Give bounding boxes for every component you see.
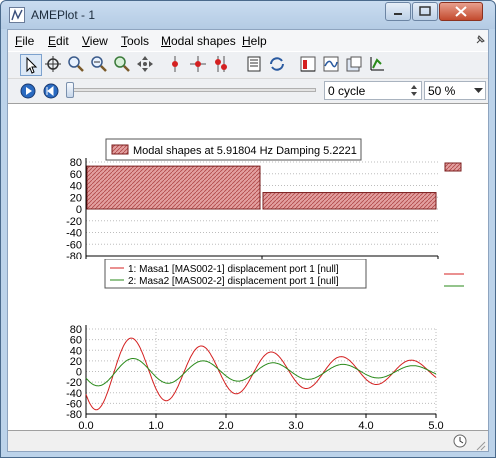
chart-legend: 1: Masa1 [MAS002-1] displacement port 1 … xyxy=(104,259,367,289)
rewind-icon xyxy=(43,83,59,99)
window-title: AMEPlot - 1 xyxy=(31,8,96,22)
animation-slider-thumb[interactable] xyxy=(66,82,74,98)
menu-bar: File Edit View Tools Modal shapes Help xyxy=(8,30,488,51)
cycle-spinbox[interactable]: 0 cycle xyxy=(324,81,422,100)
bar xyxy=(262,192,437,210)
pan-icon xyxy=(45,56,61,72)
pan-tool-button[interactable] xyxy=(43,54,65,76)
y-tick-label: 60 xyxy=(70,169,82,181)
layout-icon xyxy=(247,56,261,72)
line-chart-button[interactable] xyxy=(321,54,343,76)
app-logo-icon xyxy=(9,7,25,23)
close-icon xyxy=(455,6,467,17)
title-bar[interactable]: AMEPlot - 1 xyxy=(1,1,495,29)
chart-line-icon xyxy=(323,56,339,72)
animation-toolbar: 0 cycle 50 % xyxy=(8,78,488,102)
maximize-icon xyxy=(419,6,431,16)
multi-marker-tool-button[interactable] xyxy=(211,54,233,76)
legend-label: Modal shapes at 5.91804 Hz Damping 5.222… xyxy=(133,145,357,157)
modal-shapes-chart: 806040200-20-40-60-8012X: 1,2Modal shape… xyxy=(66,138,462,259)
plot-area: 806040200-20-40-60-8012X: 1,2Modal shape… xyxy=(8,103,488,432)
cycle-value: 0 cycle xyxy=(328,84,366,98)
zoom-select[interactable]: 50 % xyxy=(424,81,486,100)
move-tool-button[interactable] xyxy=(135,54,157,76)
y-tick-label: 20 xyxy=(70,192,82,204)
menu-tools[interactable]: Tools xyxy=(121,34,149,48)
y-tick-label: -20 xyxy=(66,216,82,228)
legend-label: 1: Masa1 [MAS002-1] displacement port 1 … xyxy=(128,264,339,275)
export-chart-button[interactable] xyxy=(344,54,366,76)
chart-3d-icon xyxy=(370,57,384,71)
minimize-icon xyxy=(394,13,402,15)
3d-chart-button[interactable] xyxy=(367,54,389,76)
layout-button[interactable] xyxy=(244,54,266,76)
minimize-button[interactable] xyxy=(385,2,411,21)
bar xyxy=(86,165,261,210)
menu-view[interactable]: View xyxy=(82,34,108,48)
chevron-down-icon xyxy=(474,88,483,93)
menu-edit[interactable]: Edit xyxy=(48,34,69,48)
chart-bar-icon xyxy=(300,56,316,72)
y-tick-label: -60 xyxy=(66,239,82,251)
maximize-button[interactable] xyxy=(412,2,438,21)
zoom-out-icon xyxy=(91,56,107,72)
main-toolbar xyxy=(8,51,488,77)
y-tick-label: -40 xyxy=(66,228,82,240)
bar-chart-button[interactable] xyxy=(298,54,320,76)
refresh-icon xyxy=(270,57,284,71)
marker-icon xyxy=(172,56,178,72)
status-bar xyxy=(8,431,488,451)
zoom-icon xyxy=(68,56,84,72)
play-icon xyxy=(20,83,36,99)
side-legend-swatch xyxy=(444,162,462,172)
y-tick-label: 40 xyxy=(70,181,82,193)
close-button[interactable] xyxy=(439,2,483,21)
pin-icon[interactable] xyxy=(474,34,486,46)
zoom-out-tool-button[interactable] xyxy=(89,54,111,76)
refresh-button[interactable] xyxy=(267,54,289,76)
select-tool-button[interactable] xyxy=(20,54,42,76)
select-icon xyxy=(26,56,38,74)
animation-time-chart: 806040200-20-40-60-800.01.02.03.04.05.0X… xyxy=(66,259,464,432)
menu-modal-shapes[interactable]: Modal shapes xyxy=(161,34,236,48)
crosshair-tool-button[interactable] xyxy=(188,54,210,76)
zoom-tool-button[interactable] xyxy=(66,54,88,76)
y-tick-label: -80 xyxy=(66,251,82,259)
menu-help[interactable]: Help xyxy=(242,34,267,48)
move-icon xyxy=(137,56,153,72)
spinner-arrows-icon[interactable] xyxy=(408,83,420,98)
crosshair-icon xyxy=(190,56,206,72)
resize-grip-icon[interactable] xyxy=(474,439,486,451)
legend-swatch xyxy=(111,144,129,155)
multi-marker-icon xyxy=(215,56,227,72)
zoom-area-icon xyxy=(114,56,130,72)
chart-export-icon xyxy=(346,56,362,72)
animation-slider-track[interactable] xyxy=(66,88,316,92)
legend-label: 2: Masa2 [MAS002-2] displacement port 1 … xyxy=(128,276,339,287)
client-area: File Edit View Tools Modal shapes Help 0… xyxy=(7,29,489,452)
marker-tool-button[interactable] xyxy=(165,54,187,76)
clock-icon xyxy=(453,434,467,448)
rewind-button[interactable] xyxy=(43,83,59,102)
play-button[interactable] xyxy=(20,83,36,102)
zoom-value: 50 % xyxy=(428,84,456,98)
zoom-area-tool-button[interactable] xyxy=(112,54,134,76)
series-line xyxy=(85,337,437,411)
y-tick-label: 0 xyxy=(76,204,82,216)
chart-legend: Modal shapes at 5.91804 Hz Damping 5.222… xyxy=(105,138,362,161)
y-tick-label: 80 xyxy=(70,157,82,169)
app-window: AMEPlot - 1 File Edit View Tools Modal s… xyxy=(0,0,496,458)
menu-file[interactable]: File xyxy=(15,34,34,48)
